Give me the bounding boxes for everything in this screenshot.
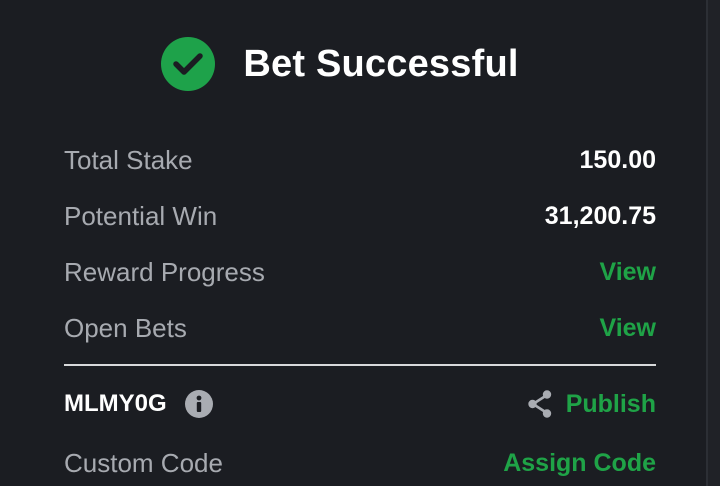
potential-win-label: Potential Win — [64, 200, 218, 231]
share-icon — [526, 389, 554, 419]
total-stake-row: Total Stake 150.00 — [64, 140, 656, 180]
divider — [64, 364, 656, 366]
info-icon[interactable] — [184, 390, 213, 418]
open-bets-label: Open Bets — [64, 312, 187, 343]
reward-progress-view-link[interactable]: View — [599, 258, 656, 287]
check-circle-icon — [161, 37, 216, 91]
custom-code-row: Custom Code Assign Code — [64, 443, 656, 483]
reward-progress-label: Reward Progress — [64, 256, 265, 287]
potential-win-value: 31,200.75 — [544, 201, 656, 230]
publish-label: Publish — [565, 389, 656, 418]
custom-code-label: Custom Code — [64, 447, 223, 478]
bet-status-header: Bet Successful — [0, 36, 720, 92]
assign-code-link[interactable]: Assign Code — [503, 449, 656, 478]
total-stake-label: Total Stake — [64, 144, 193, 175]
potential-win-row: Potential Win 31,200.75 — [64, 196, 656, 236]
bet-receipt-panel: Bet Successful Total Stake 150.00 Potent… — [0, 0, 720, 486]
publish-button[interactable]: Publish — [526, 389, 656, 419]
open-bets-row: Open Bets View — [64, 308, 656, 348]
reward-progress-row: Reward Progress View — [64, 252, 656, 292]
booking-code-row: MLMY0G Publish — [64, 384, 656, 424]
booking-code: MLMY0G — [64, 390, 167, 417]
booking-code-group: MLMY0G — [64, 390, 213, 418]
open-bets-view-link[interactable]: View — [599, 314, 656, 343]
page-title: Bet Successful — [243, 42, 519, 85]
total-stake-value: 150.00 — [579, 145, 656, 174]
